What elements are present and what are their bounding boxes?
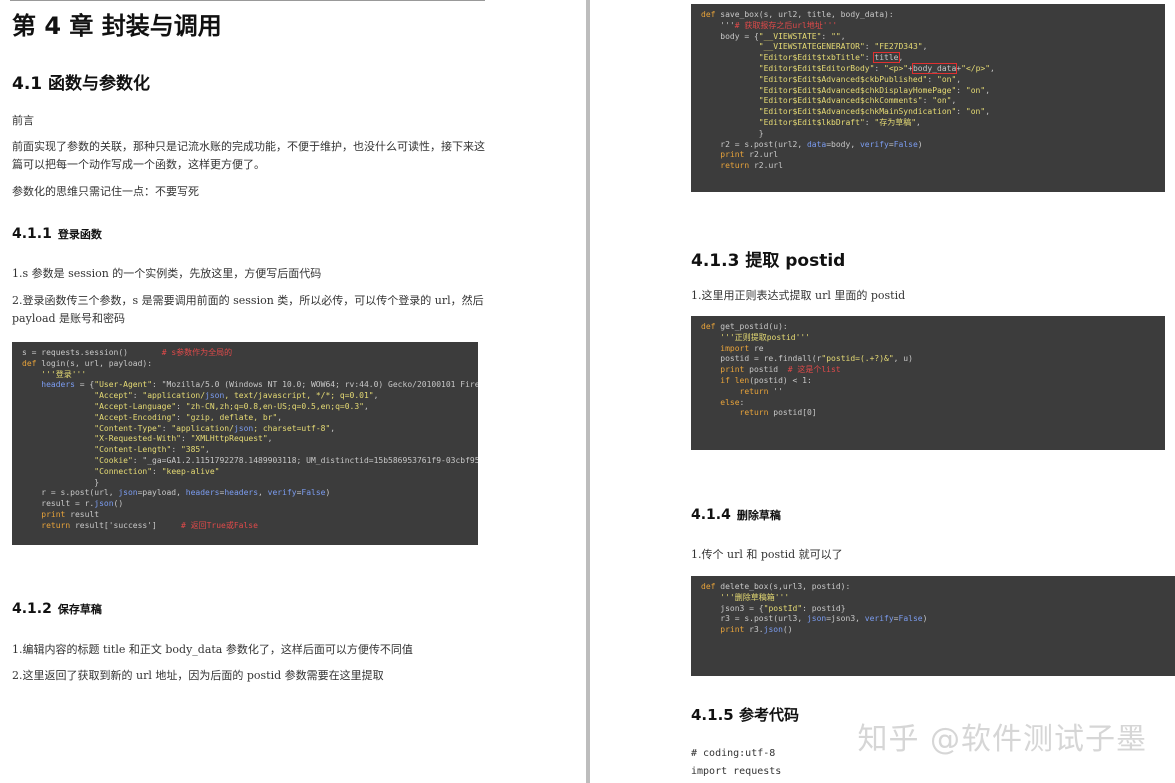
code-line: print r3.json(): [720, 625, 793, 635]
zhihu-watermark: 知乎 @软件测试子墨: [857, 722, 1147, 757]
code-line: result = r.json(): [22, 499, 124, 509]
heading-text: 参考代码: [738, 706, 799, 724]
code-line: def delete_box(s,url3, postid):: [701, 582, 851, 591]
code-line: "Accept-Language": "zh-CN,zh;q=0.8,en-US…: [94, 401, 369, 411]
heading-text: 保存草稿: [57, 603, 102, 616]
heading-number: 4.1.2: [12, 601, 52, 617]
code-line: "Editor$Edit$lkbDraft": "存为草稿",: [758, 117, 921, 127]
code-line: json3 = {"postId": postid}: [701, 603, 846, 613]
code-line: return r2.url: [720, 161, 783, 171]
code-line: return result['success'] # 返回True或False: [41, 520, 258, 530]
code-line: "Editor$Edit$Advanced$chkComments": "on"…: [758, 96, 957, 106]
code-line: return postid[0]: [739, 408, 817, 418]
code-line: "Content-Type": "application/json; chars…: [94, 423, 336, 433]
code-line: '''登录''': [41, 369, 87, 379]
login-code-block: s = requests.session() # s参数作为全局的 def log…: [12, 342, 478, 545]
s412-paragraph-2: 2.这里返回了获取到新的 url 地址，因为后面的 postid 参数需要在这里…: [12, 669, 384, 682]
right-page: def save_box(s, url2, title, body_data):…: [590, 0, 1175, 783]
heading-number: 4.1.4: [691, 507, 731, 523]
heading-4-1-1: 4.1.1 登录函数: [12, 226, 102, 242]
code-line: print postid # 这是个list: [720, 365, 841, 375]
heading-text: 删除草稿: [736, 509, 781, 522]
code-line: "Connection": "keep-alive": [94, 466, 220, 476]
code-line: r2 = s.post(url2, data=body, verify=Fals…: [701, 139, 923, 149]
code-line: body = {"__VIEWSTATE": "",: [701, 31, 846, 41]
code-line: "Editor$Edit$Advanced$chkDisplayHomePage…: [758, 85, 991, 95]
preface-label: 前言: [12, 114, 34, 127]
code-line: "Accept-Encoding": "gzip, deflate, br",: [94, 412, 283, 422]
section-title: 4.1 函数与参数化: [12, 74, 151, 94]
get-postid-code-block: def get_postid(u): '''正则提取postid''' impo…: [691, 316, 1165, 450]
code-line: headers = {"User-Agent": "Mozilla/5.0 (W…: [41, 380, 478, 390]
code-line: return '': [739, 386, 783, 396]
code-line: r = s.post(url, json=payload, headers=he…: [22, 488, 331, 498]
delete-box-code-block: def delete_box(s,url3, postid): '''删除草稿箱…: [691, 576, 1175, 676]
code-line: postid = re.findall(r"postid=(.+?)&", u): [701, 354, 913, 364]
s412-paragraph-1: 1.编辑内容的标题 title 和正文 body_data 参数化了，这样后面可…: [12, 643, 413, 656]
left-page: 第 4 章 封装与调用 4.1 函数与参数化 前言 前面实现了参数的关联，那种只…: [0, 0, 586, 783]
heading-number: 4.1.1: [12, 226, 52, 242]
preface-text: 前面实现了参数的关联，那种只是记流水账的完成功能，不便于维护，也没什么可读性，接…: [12, 140, 485, 171]
code-line: print r2.url: [720, 150, 779, 160]
heading-number: 4.1.5: [691, 706, 734, 724]
reference-code-line-1: # coding:utf-8: [691, 748, 776, 759]
code-line: "Editor$Edit$Advanced$chkMainSyndication…: [758, 107, 991, 117]
code-line: "__VIEWSTATEGENERATOR": "FE27D343",: [758, 42, 928, 52]
code-line: "X-Requested-With": "XMLHttpRequest",: [94, 434, 273, 444]
heading-4-1-4: 4.1.4 删除草稿: [691, 507, 781, 523]
code-line: "Editor$Edit$EditorBody": "<p>"+body_dat…: [758, 62, 995, 74]
code-line: "Editor$Edit$Advanced$ckbPublished": "on…: [758, 74, 962, 84]
s411-paragraph-1: 1.s 参数是 session 的一个实例类，先放这里，方便写后面代码: [12, 267, 322, 280]
code-line: "Cookie": "_ga=GA1.2.1151792278.14899031…: [94, 455, 478, 465]
code-line: '''删除草稿箱''': [720, 592, 790, 602]
code-line: print result: [41, 509, 100, 519]
code-line: else:: [720, 397, 745, 407]
s414-paragraph-1: 1.传个 url 和 postid 就可以了: [691, 548, 843, 561]
code-line: "Editor$Edit$txbTitle": title,: [758, 52, 904, 64]
s413-paragraph-1: 1.这里用正则表达式提取 url 里面的 postid: [691, 289, 906, 302]
principle-text: 参数化的思维只需记住一点：不要写死: [12, 185, 199, 198]
code-line: def get_postid(u):: [701, 322, 788, 331]
code-line: }: [22, 477, 100, 487]
code-line: s = requests.session() # s参数作为全局的: [22, 348, 233, 357]
code-line: }: [701, 128, 764, 138]
s411-paragraph-2: 2.登录函数传三个参数，s 是需要调用前面的 session 类，所以必传，可以…: [12, 294, 484, 325]
code-line: import re: [720, 343, 764, 353]
code-line: r3 = s.post(url3, json=json3, verify=Fal…: [701, 614, 928, 624]
code-line: "Content-Length": "385",: [94, 445, 210, 455]
heading-4-1-3: 4.1.3 提取 postid: [691, 246, 845, 271]
heading-4-1-2: 4.1.2 保存草稿: [12, 601, 102, 617]
code-line: def login(s, url, payload):: [22, 358, 153, 368]
heading-4-1-5: 4.1.5 参考代码: [691, 704, 799, 725]
chapter-title: 第 4 章 封装与调用: [12, 12, 222, 40]
save-box-code-block: def save_box(s, url2, title, body_data):…: [691, 4, 1165, 192]
code-line: if len(postid) < 1:: [720, 375, 812, 385]
code-line: def save_box(s, url2, title, body_data):: [701, 10, 894, 19]
reference-code-line-2: import requests: [691, 766, 782, 777]
heading-number: 4.1.3: [691, 251, 740, 271]
code-line: '''# 获取报存之后url地址''': [701, 20, 838, 30]
code-line: '''正则提取postid''': [720, 332, 811, 342]
top-rule: [10, 0, 485, 1]
code-line: "Accept": "application/json, text/javasc…: [94, 391, 379, 401]
heading-text: 登录函数: [57, 228, 102, 241]
heading-text: 提取 postid: [745, 251, 846, 271]
